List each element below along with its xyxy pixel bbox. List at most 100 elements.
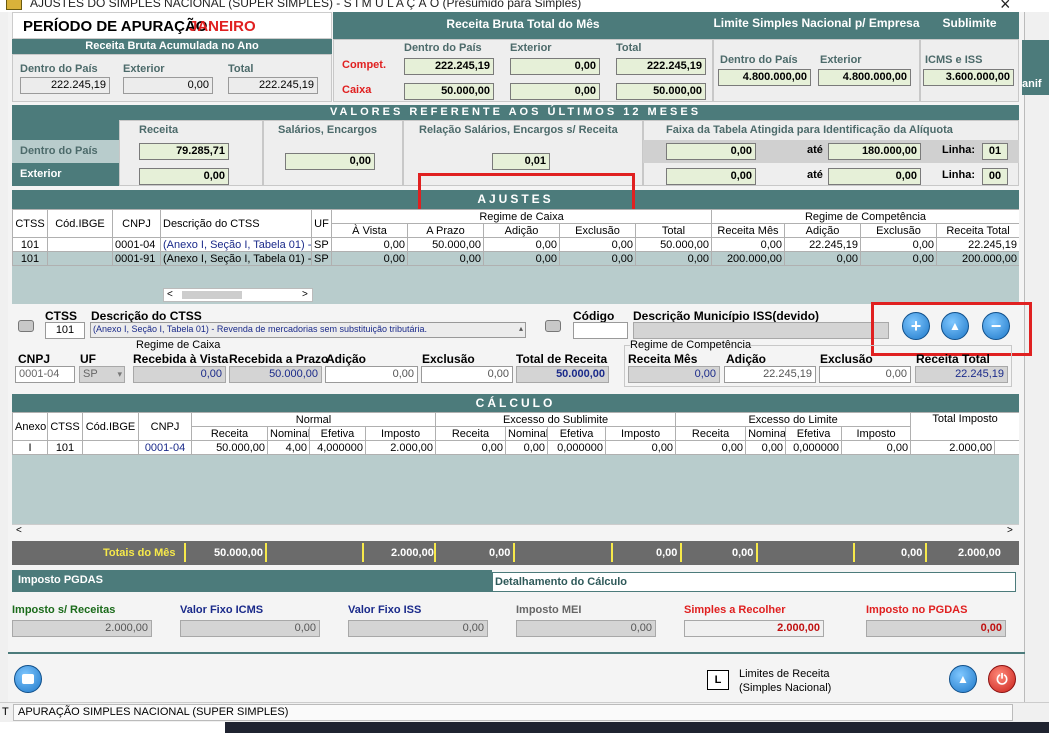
print-button[interactable] xyxy=(14,665,42,693)
municipio-input[interactable] xyxy=(633,322,889,339)
tab-pgdas[interactable]: Imposto PGDAS xyxy=(12,570,492,592)
col-ctss[interactable]: CTSS xyxy=(12,209,48,238)
col-recmes[interactable]: Receita Mês xyxy=(711,223,785,238)
cell: I xyxy=(12,440,48,455)
calc-col-efetiva[interactable]: Efetiva xyxy=(785,426,843,441)
scroll-right-icon[interactable]: > xyxy=(302,289,308,300)
exclusao-field[interactable]: 0,00 xyxy=(421,366,513,383)
calc-col-ctss[interactable]: CTSS xyxy=(47,412,83,441)
total-label: Total de Receita xyxy=(516,352,608,366)
calc-col-receita[interactable]: Receita xyxy=(191,426,268,441)
calc-col-efetiva[interactable]: Efetiva xyxy=(547,426,607,441)
ctss-input[interactable]: 101 xyxy=(45,322,85,339)
avista-field[interactable]: 0,00 xyxy=(133,366,226,383)
close-icon[interactable]: × xyxy=(1000,0,1011,12)
calc-col-cnpj[interactable]: CNPJ xyxy=(138,412,192,441)
side-tab[interactable]: anif xyxy=(1022,40,1049,95)
mes-exterior-label: Exterior xyxy=(510,42,552,54)
title-bar: AJUSTES DO SIMPLES NACIONAL (SUPER SIMPL… xyxy=(0,0,1049,12)
totais-divider xyxy=(184,543,186,562)
aprazo-field[interactable]: 50.000,00 xyxy=(229,366,322,383)
table-row[interactable]: 101 0001-91 (Anexo I, Seção I, Tabela 01… xyxy=(12,251,1019,266)
scroll-left-icon[interactable]: < xyxy=(167,289,173,300)
recmes-field[interactable]: 0,00 xyxy=(628,366,720,383)
scroll-left-icon[interactable]: < xyxy=(16,525,22,536)
col-avista[interactable]: À Vista xyxy=(331,223,408,238)
col-cnpj[interactable]: CNPJ xyxy=(112,209,161,238)
col-exclusao2[interactable]: Exclusão xyxy=(860,223,937,238)
add-button[interactable]: + xyxy=(902,312,930,340)
imposto-label: Imposto s/ Receitas xyxy=(12,604,116,616)
periodo-box: PERÍODO DE APURAÇÃO: JANEIRO xyxy=(12,12,332,39)
exit-button[interactable]: ⏻ xyxy=(988,665,1016,693)
calc-col-receita[interactable]: Receita xyxy=(435,426,507,441)
adicao-field[interactable]: 0,00 xyxy=(325,366,418,383)
municipio-icon[interactable] xyxy=(545,320,561,332)
totais-l-receita: 0,00 xyxy=(732,547,754,559)
scroll-right-icon[interactable]: > xyxy=(1007,525,1013,536)
cell: 0,00 xyxy=(784,251,861,266)
col-adicao[interactable]: Adição xyxy=(483,223,560,238)
calc-col-nominal[interactable]: Nominal xyxy=(505,426,549,441)
calc-col-receita[interactable]: Receita xyxy=(675,426,747,441)
icms-label: Valor Fixo ICMS xyxy=(180,604,264,616)
totais-divider xyxy=(925,543,927,562)
faixa2-de: 0,00 xyxy=(666,168,756,185)
form-regime-comp: Regime de Competência xyxy=(630,339,752,351)
cell: 101 xyxy=(12,251,48,266)
codigo-label: Código xyxy=(573,309,615,323)
col-ibge[interactable]: Cód.IBGE xyxy=(47,209,113,238)
chevron-down-icon[interactable]: ▴ xyxy=(519,324,523,333)
limites-key[interactable]: L xyxy=(707,670,729,690)
cell: 0,00 xyxy=(483,237,560,252)
chevron-down-icon[interactable]: ▾ xyxy=(117,367,122,382)
calc-col-nominal[interactable]: Nominal xyxy=(745,426,787,441)
footer-divider xyxy=(8,652,1025,654)
calc-col-imposto[interactable]: Imposto xyxy=(605,426,677,441)
calc-col-imposto[interactable]: Imposto xyxy=(364,426,437,441)
limites-text-2: (Simples Nacional) xyxy=(739,682,832,694)
printer-icon xyxy=(22,674,34,684)
adicao2-field[interactable]: 22.245,19 xyxy=(724,366,816,383)
ult-dentro-label: Dentro do País xyxy=(20,145,98,157)
codigo-input[interactable] xyxy=(573,322,628,339)
col-exclusao[interactable]: Exclusão xyxy=(559,223,636,238)
receita-exterior: 0,00 xyxy=(139,168,229,185)
uf-select[interactable]: SP ▾ xyxy=(79,366,125,383)
ajustes-hscroll[interactable]: < > xyxy=(163,288,313,302)
totais-s-receita: 0,00 xyxy=(489,547,511,559)
uf-select-value: SP xyxy=(83,368,98,380)
cnpj-select[interactable]: 0001-04 xyxy=(15,366,75,383)
calc-col-anexo[interactable]: Anexo xyxy=(12,412,48,441)
regime-caixa-header: Regime de Caixa xyxy=(331,209,712,224)
scroll-top-button[interactable]: ▲ xyxy=(949,665,977,693)
calc-col-efetiva[interactable]: Efetiva xyxy=(309,426,366,441)
tab-detalhe[interactable]: Detalhamento do Cálculo xyxy=(492,572,1016,592)
periodo-value: JANEIRO xyxy=(189,18,256,35)
exclusao2-field[interactable]: 0,00 xyxy=(819,366,911,383)
regime-comp-header: Regime de Competência xyxy=(710,209,1019,224)
ultimos-title: VALORES REFERENTE AOS ÚLTIMOS 12 MESES xyxy=(12,105,1019,120)
col-desc[interactable]: Descrição do CTSS xyxy=(160,209,312,238)
scroll-thumb[interactable] xyxy=(182,291,242,299)
calc-col-nominal[interactable]: Nominal xyxy=(267,426,310,441)
cell xyxy=(994,440,1019,455)
col-total[interactable]: Total xyxy=(635,223,712,238)
col-rectotal[interactable]: Receita Total xyxy=(935,223,1019,238)
totais-label: Totais do Mês xyxy=(103,547,176,559)
calc-col-imposto[interactable]: Imposto xyxy=(841,426,912,441)
compet-dentro: 222.245,19 xyxy=(404,58,494,75)
col-aprazo[interactable]: A Prazo xyxy=(407,223,484,238)
remove-button[interactable]: − xyxy=(982,312,1010,340)
move-up-button[interactable]: ▲ xyxy=(941,312,969,340)
table-row[interactable]: I 101 0001-04 50.000,00 4,00 4,000000 2.… xyxy=(12,440,1019,455)
table-row[interactable]: 101 0001-04 (Anexo I, Seção I, Tabela 01… xyxy=(12,237,1019,252)
cell: 0,00 xyxy=(675,440,747,455)
edit-icon[interactable] xyxy=(18,320,34,332)
calc-col-ibge[interactable]: Cód.IBGE xyxy=(82,412,139,441)
col-uf[interactable]: UF xyxy=(311,209,332,238)
calculo-hscroll[interactable]: < > xyxy=(12,524,1019,538)
desc-select[interactable]: (Anexo I, Seção I, Tabela 01) - Revenda … xyxy=(90,322,526,338)
col-adicao2[interactable]: Adição xyxy=(784,223,861,238)
recolher-label: Simples a Recolher xyxy=(684,604,786,616)
